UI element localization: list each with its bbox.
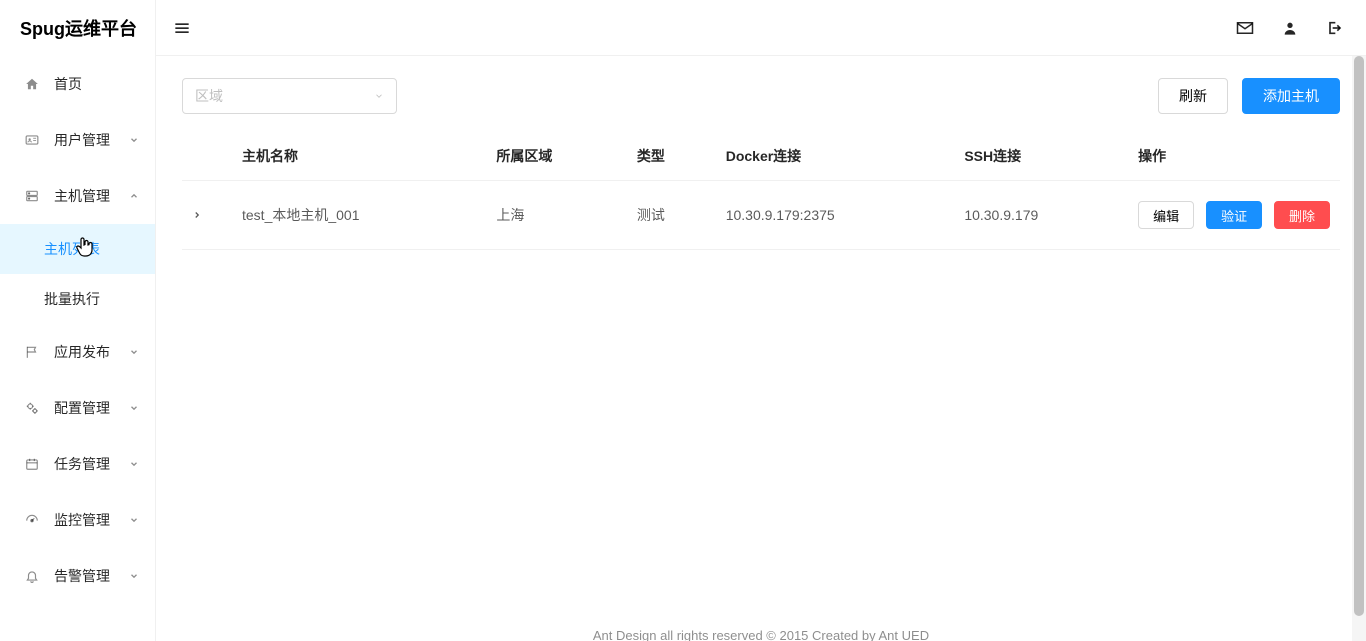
cell-host-name: test_本地主机_001: [232, 181, 486, 250]
page-content: 区域 刷新 添加主机 主机名称 所属区域 类型 Docker连接: [156, 56, 1366, 641]
app-logo: Spug运维平台: [0, 0, 155, 56]
chevron-down-icon: [374, 91, 384, 101]
menu-label: 用户管理: [54, 130, 129, 150]
expand-row-button[interactable]: [182, 181, 232, 250]
hosts-table: 主机名称 所属区域 类型 Docker连接 SSH连接 操作 test_本地主机…: [182, 132, 1340, 250]
flag-icon: [24, 345, 40, 359]
col-docker: Docker连接: [716, 132, 955, 181]
verify-button[interactable]: 验证: [1206, 201, 1262, 229]
add-host-button[interactable]: 添加主机: [1242, 78, 1340, 114]
menu-item-app-publish[interactable]: 应用发布: [0, 324, 155, 380]
chevron-up-icon: [129, 191, 139, 201]
scrollbar-thumb[interactable]: [1354, 56, 1364, 616]
col-actions: 操作: [1128, 132, 1340, 181]
chevron-down-icon: [129, 135, 139, 145]
delete-button[interactable]: 删除: [1274, 201, 1330, 229]
cogs-icon: [24, 401, 40, 415]
edit-button[interactable]: 编辑: [1138, 201, 1194, 229]
cell-actions: 编辑 验证 删除: [1128, 181, 1340, 250]
region-select[interactable]: 区域: [182, 78, 397, 114]
cell-type: 测试: [627, 181, 716, 250]
menu-item-config[interactable]: 配置管理: [0, 380, 155, 436]
toolbar: 区域 刷新 添加主机: [182, 78, 1340, 114]
col-region: 所属区域: [486, 132, 627, 181]
region-placeholder: 区域: [195, 86, 223, 106]
submenu-item-batch-exec[interactable]: 批量执行: [0, 274, 155, 324]
chevron-down-icon: [129, 403, 139, 413]
mail-icon[interactable]: [1236, 19, 1254, 37]
submenu-item-host-list[interactable]: 主机列表: [0, 224, 155, 274]
main-menu: 首页 用户管理 主机管理 主机: [0, 56, 155, 604]
col-host-name: 主机名称: [232, 132, 486, 181]
cell-docker: 10.30.9.179:2375: [716, 181, 955, 250]
chevron-down-icon: [129, 515, 139, 525]
menu-label: 应用发布: [54, 342, 129, 362]
top-header: [156, 0, 1366, 56]
menu-item-monitor[interactable]: 监控管理: [0, 492, 155, 548]
refresh-button[interactable]: 刷新: [1158, 78, 1228, 114]
col-ssh: SSH连接: [954, 132, 1128, 181]
footer-text: Ant Design all rights reserved © 2015 Cr…: [156, 618, 1366, 641]
menu-label: 告警管理: [54, 566, 129, 586]
dashboard-icon: [24, 513, 40, 527]
sidebar: Spug运维平台 首页 用户管理: [0, 0, 156, 641]
chevron-down-icon: [129, 571, 139, 581]
main-area: 区域 刷新 添加主机 主机名称 所属区域 类型 Docker连接: [156, 0, 1366, 641]
sidebar-toggle-button[interactable]: [174, 20, 190, 36]
cell-ssh: 10.30.9.179: [954, 181, 1128, 250]
menu-item-alert[interactable]: 告警管理: [0, 548, 155, 604]
menu-label: 主机管理: [54, 186, 129, 206]
table-row: test_本地主机_001 上海 测试 10.30.9.179:2375 10.…: [182, 181, 1340, 250]
menu-item-home[interactable]: 首页: [0, 56, 155, 112]
chevron-down-icon: [129, 347, 139, 357]
menu-item-tasks[interactable]: 任务管理: [0, 436, 155, 492]
cell-region: 上海: [486, 181, 627, 250]
menu-label: 任务管理: [54, 454, 129, 474]
menu-label: 配置管理: [54, 398, 129, 418]
menu-label: 监控管理: [54, 510, 129, 530]
user-icon[interactable]: [1282, 20, 1298, 36]
calendar-icon: [24, 457, 40, 471]
server-icon: [24, 189, 40, 203]
home-icon: [24, 77, 40, 91]
bell-icon: [24, 569, 40, 583]
submenu-hosts: 主机列表 批量执行: [0, 224, 155, 324]
col-type: 类型: [627, 132, 716, 181]
chevron-down-icon: [129, 459, 139, 469]
menu-label: 首页: [54, 74, 139, 94]
scrollbar[interactable]: [1352, 56, 1366, 641]
id-card-icon: [24, 133, 40, 147]
menu-item-hosts[interactable]: 主机管理: [0, 168, 155, 224]
logout-icon[interactable]: [1326, 20, 1342, 36]
menu-item-users[interactable]: 用户管理: [0, 112, 155, 168]
